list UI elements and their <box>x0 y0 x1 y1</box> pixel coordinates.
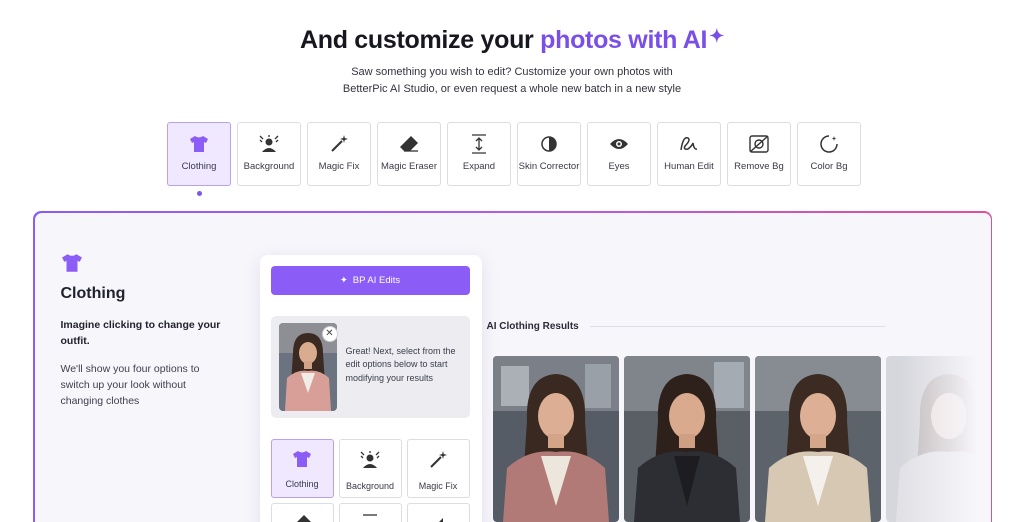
edit-message-text: Great! Next, select from the edit option… <box>345 345 456 383</box>
result-photo[interactable] <box>492 355 619 522</box>
feature-panel: Clothing Imagine clicking to change your… <box>33 211 992 522</box>
magic-wand-icon <box>428 450 448 475</box>
contrast-icon <box>429 514 447 522</box>
sparkle-icon: ✦ <box>709 26 725 46</box>
editor-tool-label: Magic Fix <box>418 480 458 491</box>
close-icon[interactable]: ✕ <box>321 325 338 342</box>
shirt-icon <box>188 133 210 155</box>
sparkle-icon: ✦ <box>339 274 348 286</box>
tab-remove-bg[interactable]: Remove Bg <box>727 122 791 186</box>
tab-expand[interactable]: Expand <box>447 122 511 186</box>
feature-description: Clothing Imagine clicking to change your… <box>61 253 221 409</box>
tool-tabs: Clothing Background Magic Fix Magic Eras… <box>167 122 861 186</box>
shirt-icon <box>61 253 83 273</box>
result-photo[interactable] <box>623 355 750 522</box>
editor-card: ✦ BP AI Edits ✕ Great! Next, select from… <box>259 254 482 522</box>
background-icon <box>359 450 381 475</box>
editor-tool-magic-fix[interactable]: Magic Fix <box>406 438 470 498</box>
expand-icon <box>468 133 490 155</box>
hero-subtitle: Saw something you wish to edit? Customiz… <box>0 64 1024 98</box>
tab-label: Clothing <box>181 161 217 172</box>
eraser-icon <box>292 514 312 522</box>
editor-tool-background[interactable]: Background <box>338 438 402 498</box>
tab-label: Human Edit <box>664 161 714 172</box>
eye-icon <box>608 133 630 155</box>
editor-tool-magic-eraser[interactable] <box>270 502 334 522</box>
tab-label: Eyes <box>608 161 630 172</box>
tab-label: Expand <box>462 161 496 172</box>
tab-label: Background <box>243 161 295 172</box>
tab-background[interactable]: Background <box>237 122 301 186</box>
hero-subtitle-line1: Saw something you wish to edit? Customiz… <box>351 66 673 78</box>
editor-tool-label: Background <box>345 480 395 491</box>
bp-ai-edits-button[interactable]: ✦ BP AI Edits <box>270 265 470 295</box>
bp-ai-edits-label: BP AI Edits <box>352 274 401 286</box>
feature-panel-body: Clothing Imagine clicking to change your… <box>34 212 991 522</box>
remove-bg-icon <box>748 133 770 155</box>
results-divider <box>589 325 885 327</box>
editor-tool-label: Clothing <box>285 478 319 489</box>
feature-title: Clothing <box>60 284 126 302</box>
editor-tool-clothing[interactable]: Clothing <box>270 438 334 498</box>
tab-label: Skin Corrector <box>518 161 580 172</box>
tab-label: Color Bg <box>810 161 848 172</box>
background-icon <box>258 133 280 155</box>
hero-title-accent: photos with AI <box>540 26 708 54</box>
tab-label: Remove Bg <box>734 161 784 172</box>
tab-clothing[interactable]: Clothing <box>167 122 231 186</box>
tab-label: Magic Eraser <box>381 161 437 172</box>
page: And customize your photos with AI ✦ Saw s… <box>0 0 1024 522</box>
hero-title-plain: And customize your <box>299 26 541 54</box>
shirt-icon <box>292 450 312 473</box>
editor-tool-grid: Clothing Background Magic Fix <box>270 438 470 522</box>
results-title: AI Clothing Results <box>486 320 579 332</box>
tab-magic-eraser[interactable]: Magic Eraser <box>377 122 441 186</box>
magic-wand-icon <box>328 133 350 155</box>
squiggle-icon <box>678 133 700 155</box>
eraser-icon <box>398 133 420 155</box>
tab-label: Magic Fix <box>318 161 360 172</box>
tab-human-edit[interactable]: Human Edit <box>657 122 721 186</box>
tab-magic-fix[interactable]: Magic Fix <box>307 122 371 186</box>
color-bg-icon <box>818 133 840 155</box>
tab-skin-corrector[interactable]: Skin Corrector <box>517 122 581 186</box>
editor-tool-expand[interactable] <box>338 502 402 522</box>
tab-color-bg[interactable]: Color Bg <box>797 122 861 186</box>
expand-icon <box>361 513 379 522</box>
hero-subtitle-line2: BetterPic AI Studio, or even request a w… <box>342 83 682 95</box>
gallery-fade <box>900 342 991 522</box>
hero-title: And customize your photos with AI ✦ <box>0 26 1024 55</box>
editor-tool-skin-corrector[interactable] <box>406 502 470 522</box>
edit-message-box: ✕ Great! Next, select from the edit opti… <box>270 315 470 418</box>
feature-lead: Imagine clicking to change your outfit. <box>60 318 221 347</box>
contrast-icon <box>538 133 560 155</box>
result-photo[interactable] <box>754 355 881 522</box>
feature-desc: We'll show you four options to switch up… <box>60 362 200 407</box>
active-tab-indicator <box>197 191 202 196</box>
tab-eyes[interactable]: Eyes <box>587 122 651 186</box>
